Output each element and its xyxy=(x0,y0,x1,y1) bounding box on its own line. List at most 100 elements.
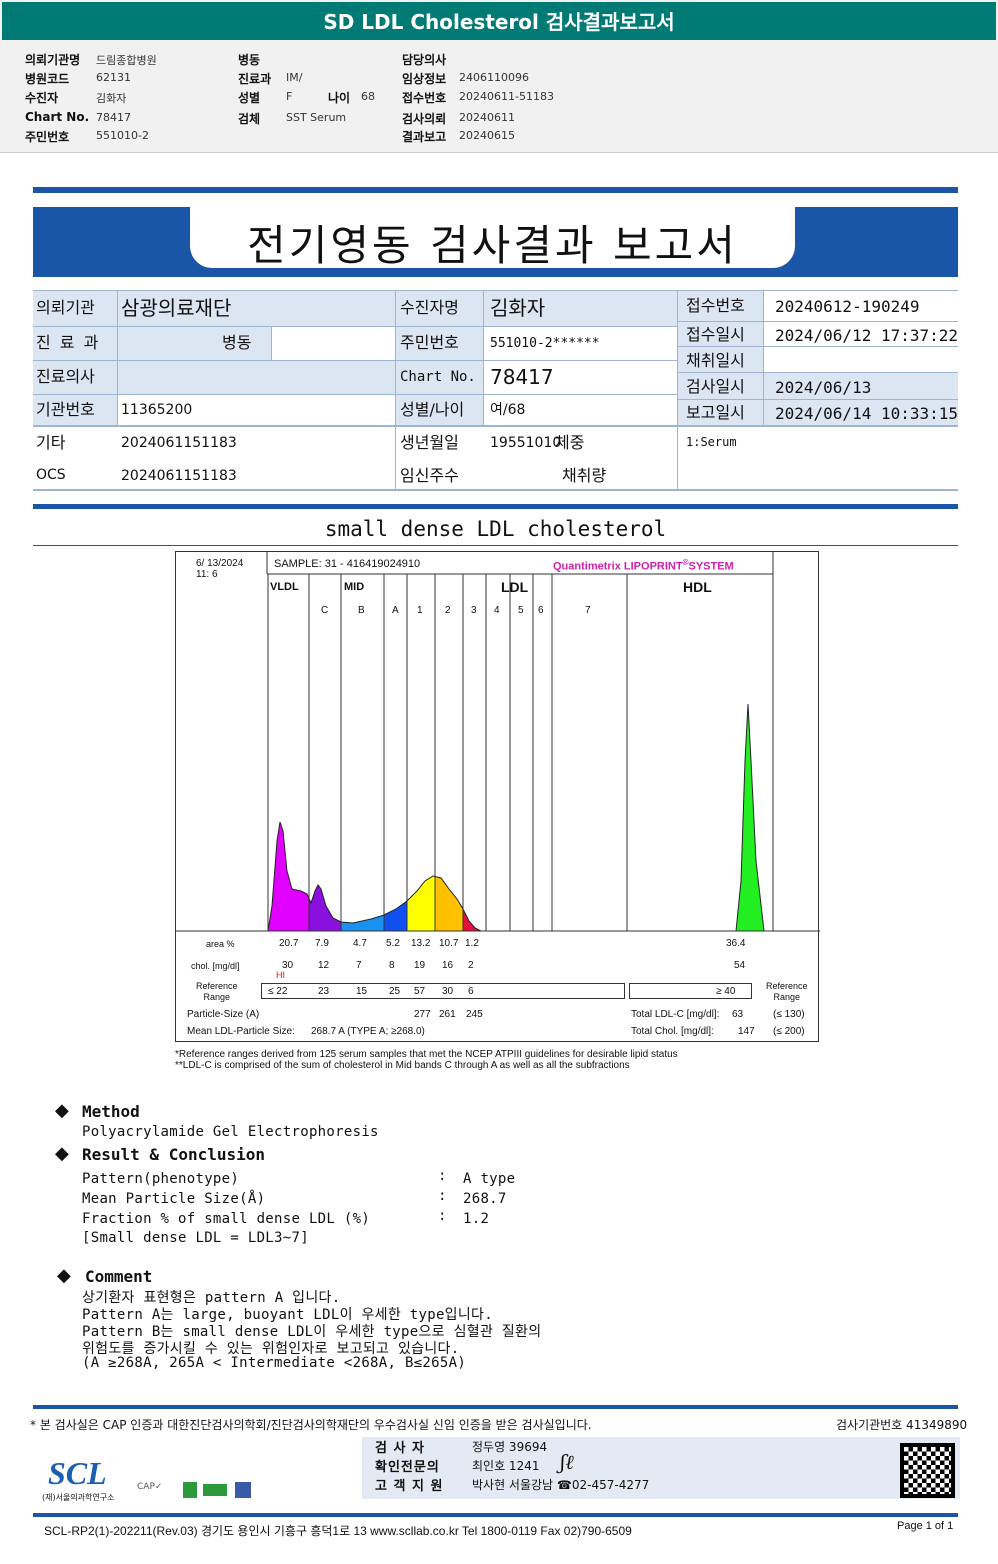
result-heading: Result & Conclusion xyxy=(82,1145,266,1164)
header-label: 병원코드 xyxy=(25,72,70,86)
ldl-reference-box xyxy=(261,983,625,999)
footnote: **LDL-C is comprised of the sum of chole… xyxy=(175,1060,630,1071)
label: 접수번호 xyxy=(686,296,745,315)
label: 생년월일 xyxy=(400,433,459,452)
staff-label: 고 객 지 원 xyxy=(375,1479,444,1494)
label: 성별/나이 xyxy=(400,400,465,419)
ocs-value: 2024061151183 xyxy=(121,468,237,484)
run-date: 6/ 13/2024 xyxy=(196,558,244,569)
result-label: Pattern(phenotype) xyxy=(82,1171,240,1187)
etc-value: 2024061151183 xyxy=(121,435,237,451)
chol-value: 19 xyxy=(414,960,426,971)
particle-size-value: 261 xyxy=(439,1009,456,1020)
label: 진료의사 xyxy=(36,367,95,386)
address-line: SCL-RP2(1)-202211(Rev.03) 경기도 용인시 기흥구 흥덕… xyxy=(44,1524,632,1538)
colon: : xyxy=(438,1188,447,1204)
area-value: 10.7 xyxy=(439,938,459,949)
label: Total Chol. [mg/dl]: xyxy=(631,1026,714,1037)
divider xyxy=(33,1513,958,1517)
page-number: Page 1 of 1 xyxy=(897,1520,954,1532)
receipt-time: 2024/06/12 17:37:22 xyxy=(775,326,959,345)
label: 수진자명 xyxy=(400,298,459,317)
ssn-value: 551010-2****** xyxy=(490,336,600,351)
header-label: 의뢰기관명 xyxy=(25,53,81,67)
report-title: 전기영동 검사결과 보고서 xyxy=(247,221,738,270)
label: 의뢰기관 xyxy=(36,298,95,317)
band-label: 5 xyxy=(518,605,524,616)
label: 채취량 xyxy=(562,466,607,485)
test-date: 2024/06/13 xyxy=(775,378,872,397)
label: OCS xyxy=(36,467,66,483)
section-title: small dense LDL cholesterol xyxy=(324,517,667,541)
result-note: [Small dense LDL = LDL3~7] xyxy=(82,1230,309,1246)
band-label: 4 xyxy=(494,605,500,616)
divider xyxy=(33,1405,958,1409)
chol-value: 7 xyxy=(356,960,362,971)
area-value: 7.9 xyxy=(315,938,329,949)
header-label: 접수번호 xyxy=(402,91,447,105)
area-value: 13.2 xyxy=(411,938,431,949)
label: 주민번호 xyxy=(400,333,459,352)
result-label: Fraction % of small dense LDL (%) xyxy=(82,1211,371,1227)
colon: : xyxy=(438,1208,447,1224)
result-value: 1.2 xyxy=(463,1211,490,1227)
staff-label: 검 사 자 xyxy=(375,1441,425,1456)
diamond-icon: ◆ xyxy=(57,1265,71,1286)
header-label: Chart No. xyxy=(25,110,90,124)
header-value: IM/ xyxy=(286,71,303,84)
institution-value: 삼광의료재단 xyxy=(121,296,232,320)
band-fill-ldl3 xyxy=(463,909,482,931)
header-label: 임상정보 xyxy=(402,72,447,86)
area-value: 20.7 xyxy=(279,938,299,949)
particle-size-value: 245 xyxy=(466,1009,483,1020)
header-value: 드림종합병원 xyxy=(96,54,157,67)
header-label: 병동 xyxy=(238,53,261,67)
header-value: 20240611 xyxy=(459,111,515,124)
result-label: Mean Particle Size(Å) xyxy=(82,1191,266,1207)
hdl-peak xyxy=(735,703,765,932)
header-value: F xyxy=(286,90,293,103)
header-label: 결과보고 xyxy=(402,130,447,144)
lipoprint-logo: Quantimetrix LIPOPRINT®SYSTEM xyxy=(553,558,734,573)
staff-value: 박사현 서울강남 ☎02-457-4277 xyxy=(472,1478,650,1492)
sex-age-value: 여/68 xyxy=(490,402,526,418)
signature: ʃℓ xyxy=(560,1450,574,1474)
header-label: 주민번호 xyxy=(25,130,70,144)
header-label: 검사의뢰 xyxy=(402,112,447,126)
age-value: 68 xyxy=(361,90,375,103)
header-value: 2406110096 xyxy=(459,71,529,84)
mean-ldl-size: 268.7 A (TYPE A; ≥268.0) xyxy=(311,1026,425,1037)
comment-heading: Comment xyxy=(85,1267,153,1286)
lab-number: 검사기관번호 41349890 xyxy=(836,1418,968,1432)
band-fill-ldl1 xyxy=(407,876,435,931)
footnote: *Reference ranges derived from 125 serum… xyxy=(175,1049,678,1060)
scl-logo-subtitle: (재)서울의과학연구소 xyxy=(42,1493,115,1502)
area-value: 1.2 xyxy=(465,938,479,949)
method-text: Polyacrylamide Gel Electrophoresis xyxy=(82,1124,379,1140)
header-value: 551010-2 xyxy=(96,129,149,142)
band-label: A xyxy=(392,605,399,616)
label: 보고일시 xyxy=(686,403,745,422)
row-label: Reference Range xyxy=(196,981,238,1002)
staff-value: 정두영 39694 xyxy=(472,1440,548,1454)
institution-number: 11365200 xyxy=(121,402,193,418)
accreditation-logos: CAP✓ xyxy=(137,1480,257,1500)
header-label: 검체 xyxy=(238,112,261,126)
row-label: area % xyxy=(206,939,235,949)
patient-name: 김화자 xyxy=(490,296,546,320)
label: 임신주수 xyxy=(400,466,459,485)
band-label: 7 xyxy=(585,605,591,616)
label: 진 료 과 xyxy=(36,333,101,352)
header-label: 진료과 xyxy=(238,72,272,86)
run-time: 11: 6 xyxy=(196,569,218,580)
staff-label: 확인전문의 xyxy=(375,1460,440,1475)
hdl-chol-value: 54 xyxy=(734,960,746,971)
chart-number: 78417 xyxy=(490,365,554,389)
label: 기타 xyxy=(36,433,66,452)
total-chol-reference: (≤ 200) xyxy=(773,1026,805,1037)
band-label: 6 xyxy=(538,605,544,616)
area-value: 4.7 xyxy=(353,938,367,949)
specimen-value: 1:Serum xyxy=(686,435,737,449)
colon: : xyxy=(438,1168,447,1184)
qr-code xyxy=(900,1443,955,1498)
